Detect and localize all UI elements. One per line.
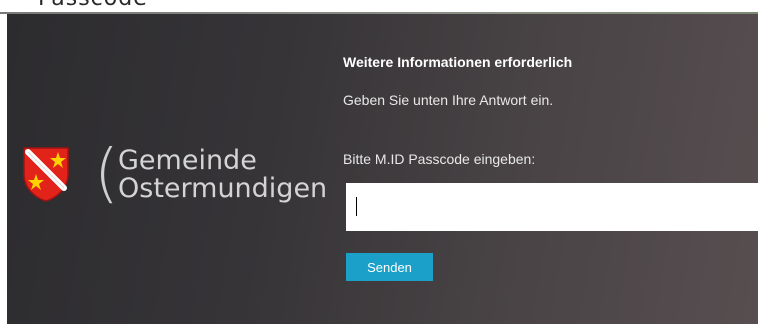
logo-name-line2: Ostermundigen <box>118 173 328 204</box>
coat-of-arms-icon <box>23 147 69 202</box>
submit-button[interactable]: Senden <box>346 253 433 281</box>
logo-name-line1: Gemeinde <box>118 145 257 176</box>
top-strip: Passcode <box>0 0 758 14</box>
text-caret <box>356 197 357 216</box>
passcode-label: Bitte M.ID Passcode eingeben: <box>343 151 536 167</box>
form-title: Weitere Informationen erforderlich <box>343 54 573 70</box>
logo-bracket: ( <box>94 137 119 211</box>
passcode-input[interactable] <box>346 183 758 231</box>
municipality-logo: ( Gemeinde Ostermundigen <box>22 137 327 217</box>
form-subtitle: Geben Sie unten Ihre Antwort ein. <box>343 92 554 108</box>
bottom-strip <box>0 324 758 331</box>
top-clipped-text: Passcode <box>38 0 148 11</box>
